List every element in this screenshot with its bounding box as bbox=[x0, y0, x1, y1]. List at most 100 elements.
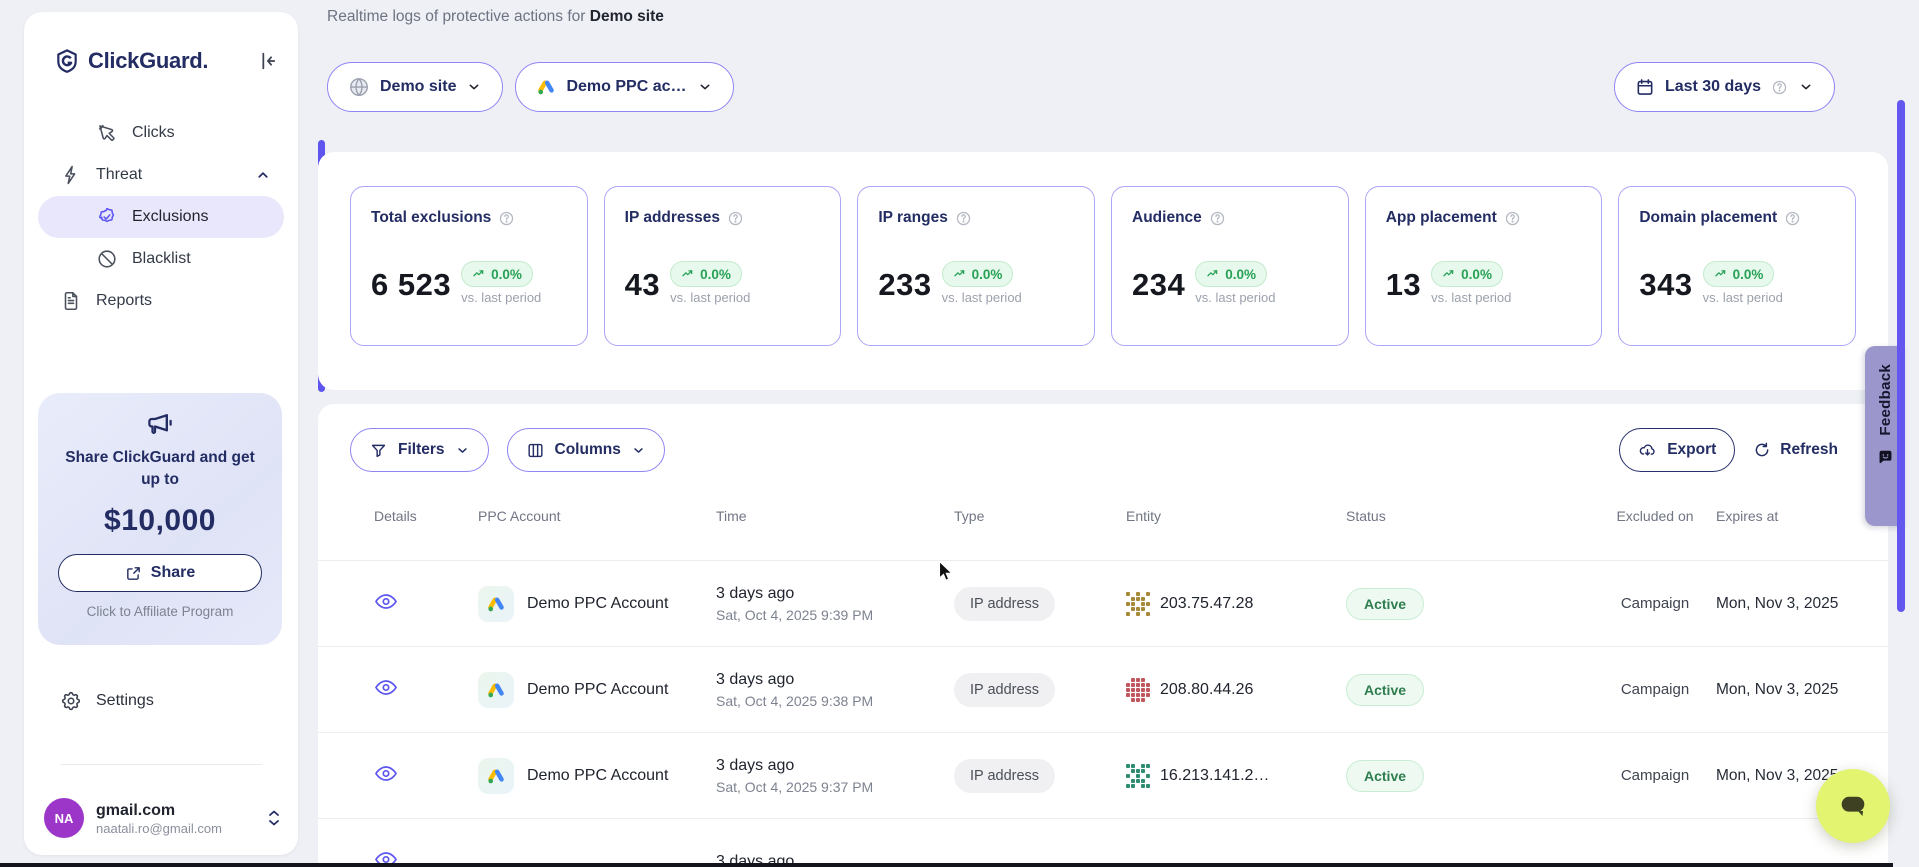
export-label: Export bbox=[1667, 441, 1716, 459]
stat-card-value: 343 bbox=[1639, 267, 1692, 303]
sidebar-item-settings[interactable]: Settings bbox=[38, 680, 284, 722]
column-header-status: Status bbox=[1346, 508, 1594, 524]
columns-icon bbox=[526, 441, 545, 460]
help-icon[interactable] bbox=[727, 210, 744, 227]
user-name: gmail.com bbox=[96, 801, 222, 821]
refresh-icon bbox=[1753, 441, 1771, 459]
help-icon[interactable] bbox=[1784, 210, 1801, 227]
status-badge: Active bbox=[1346, 674, 1424, 706]
ban-icon bbox=[96, 248, 118, 270]
table-row: Demo PPC Account3 days agoSat, Oct 4, 20… bbox=[318, 560, 1888, 646]
help-icon[interactable] bbox=[498, 210, 515, 227]
ppc-account-selector[interactable]: Demo PPC ac… bbox=[515, 62, 733, 112]
sidebar-item-clicks[interactable]: Clicks bbox=[38, 112, 284, 154]
time-full: Sat, Oct 4, 2025 9:37 PM bbox=[716, 779, 954, 795]
time-relative: 3 days ago bbox=[716, 671, 954, 689]
stats-panel: Total exclusions6 5230.0%vs. last period… bbox=[318, 152, 1888, 390]
column-header-ppc-account: PPC Account bbox=[478, 508, 716, 524]
column-header-details: Details bbox=[374, 508, 478, 524]
affiliate-caption[interactable]: Click to Affiliate Program bbox=[38, 604, 282, 619]
megaphone-icon bbox=[145, 409, 175, 439]
avatar: NA bbox=[44, 798, 84, 838]
stat-card: Domain placement3430.0%vs. last period bbox=[1618, 186, 1856, 346]
table-row: Demo PPC Account3 days agoSat, Oct 4, 20… bbox=[318, 732, 1888, 818]
site-selector[interactable]: Demo site bbox=[327, 62, 503, 112]
clickguard-logo: ClickGuard. bbox=[54, 48, 208, 74]
column-header-type: Type bbox=[954, 508, 1126, 524]
external-link-icon bbox=[125, 565, 142, 582]
ppc-account-name: Demo PPC Account bbox=[527, 767, 668, 785]
stat-card-value: 13 bbox=[1386, 267, 1421, 303]
help-icon[interactable] bbox=[1504, 210, 1521, 227]
status-badge: Active bbox=[1346, 588, 1424, 620]
sidebar-item-threat[interactable]: Threat bbox=[38, 154, 284, 196]
stat-delta-badge: 0.0% bbox=[1703, 261, 1775, 287]
help-icon[interactable] bbox=[955, 210, 972, 227]
stat-card-label: Audience bbox=[1132, 209, 1202, 227]
help-icon[interactable] bbox=[1209, 210, 1226, 227]
stat-card-label: IP ranges bbox=[878, 209, 948, 227]
filters-button[interactable]: Filters bbox=[350, 428, 489, 472]
export-button[interactable]: Export bbox=[1619, 428, 1735, 472]
view-details-eye-icon[interactable] bbox=[374, 679, 398, 696]
help-icon bbox=[1771, 79, 1788, 96]
time-relative: 3 days ago bbox=[716, 585, 954, 603]
trend-up-icon bbox=[1206, 267, 1220, 281]
stat-delta-caption: vs. last period bbox=[670, 290, 750, 305]
table-header-row: DetailsPPC AccountTimeTypeEntityStatusEx… bbox=[318, 472, 1888, 560]
stat-card-label: App placement bbox=[1386, 209, 1497, 227]
trend-up-icon bbox=[681, 267, 695, 281]
cursor-click-icon bbox=[96, 122, 118, 144]
entity-identicon bbox=[1126, 678, 1150, 702]
sidebar-item-label: Reports bbox=[96, 292, 152, 310]
stat-card-value: 43 bbox=[625, 267, 660, 303]
file-text-icon bbox=[60, 290, 82, 312]
refresh-label: Refresh bbox=[1780, 441, 1838, 459]
date-range-selector[interactable]: Last 30 days bbox=[1614, 62, 1835, 112]
cloud-download-icon bbox=[1638, 441, 1657, 460]
excluded-on-value: Campaign bbox=[1594, 595, 1716, 612]
sidebar-item-reports[interactable]: Reports bbox=[38, 280, 284, 322]
entity-identicon bbox=[1126, 592, 1150, 616]
sidebar: ClickGuard. ClicksThreatExclusionsBlackl… bbox=[24, 12, 298, 855]
chat-launcher-button[interactable] bbox=[1816, 769, 1890, 843]
stat-card: Total exclusions6 5230.0%vs. last period bbox=[350, 186, 588, 346]
stat-card-label: Domain placement bbox=[1639, 209, 1777, 227]
refresh-button[interactable]: Refresh bbox=[1753, 441, 1838, 459]
time-full: Sat, Oct 4, 2025 9:38 PM bbox=[716, 693, 954, 709]
stat-card: Audience2340.0%vs. last period bbox=[1111, 186, 1349, 346]
window-bottom-edge bbox=[0, 863, 1893, 867]
view-details-eye-icon[interactable] bbox=[374, 593, 398, 610]
type-badge: IP address bbox=[954, 673, 1055, 707]
page-scrollbar[interactable] bbox=[1897, 100, 1905, 612]
chevron-down-icon bbox=[1798, 79, 1814, 95]
sidebar-nav: ClicksThreatExclusionsBlacklist Reports bbox=[38, 112, 284, 322]
table-row: 3 days ago bbox=[318, 818, 1888, 867]
subtitle-site-name: Demo site bbox=[590, 8, 664, 25]
feedback-chat-icon bbox=[1876, 448, 1895, 467]
view-details-eye-icon[interactable] bbox=[374, 765, 398, 782]
share-button[interactable]: Share bbox=[58, 554, 262, 592]
chevron-down-icon bbox=[697, 79, 713, 95]
entity-value: 16.213.141.2… bbox=[1160, 767, 1269, 785]
excluded-on-value: Campaign bbox=[1594, 767, 1716, 784]
stat-delta-badge: 0.0% bbox=[1195, 261, 1267, 287]
badge-check-icon bbox=[96, 206, 118, 228]
google-ads-icon bbox=[536, 77, 556, 97]
sidebar-item-blacklist[interactable]: Blacklist bbox=[38, 238, 284, 280]
promo-amount: $10,000 bbox=[38, 504, 282, 538]
share-label: Share bbox=[151, 564, 195, 582]
user-menu[interactable]: NA gmail.com naatali.ro@gmail.com bbox=[44, 794, 282, 842]
divider bbox=[60, 764, 262, 765]
columns-button[interactable]: Columns bbox=[507, 428, 665, 472]
gear-icon bbox=[60, 690, 82, 712]
promo-card: Share ClickGuard and get up to $10,000 S… bbox=[38, 393, 282, 645]
sidebar-item-exclusions[interactable]: Exclusions bbox=[38, 196, 284, 238]
status-badge: Active bbox=[1346, 760, 1424, 792]
stat-card-label: IP addresses bbox=[625, 209, 720, 227]
collapse-sidebar-icon[interactable] bbox=[256, 50, 278, 72]
excluded-on-value: Campaign bbox=[1594, 681, 1716, 698]
entity-identicon bbox=[1126, 764, 1150, 788]
stat-card: IP addresses430.0%vs. last period bbox=[604, 186, 842, 346]
trend-up-icon bbox=[472, 267, 486, 281]
